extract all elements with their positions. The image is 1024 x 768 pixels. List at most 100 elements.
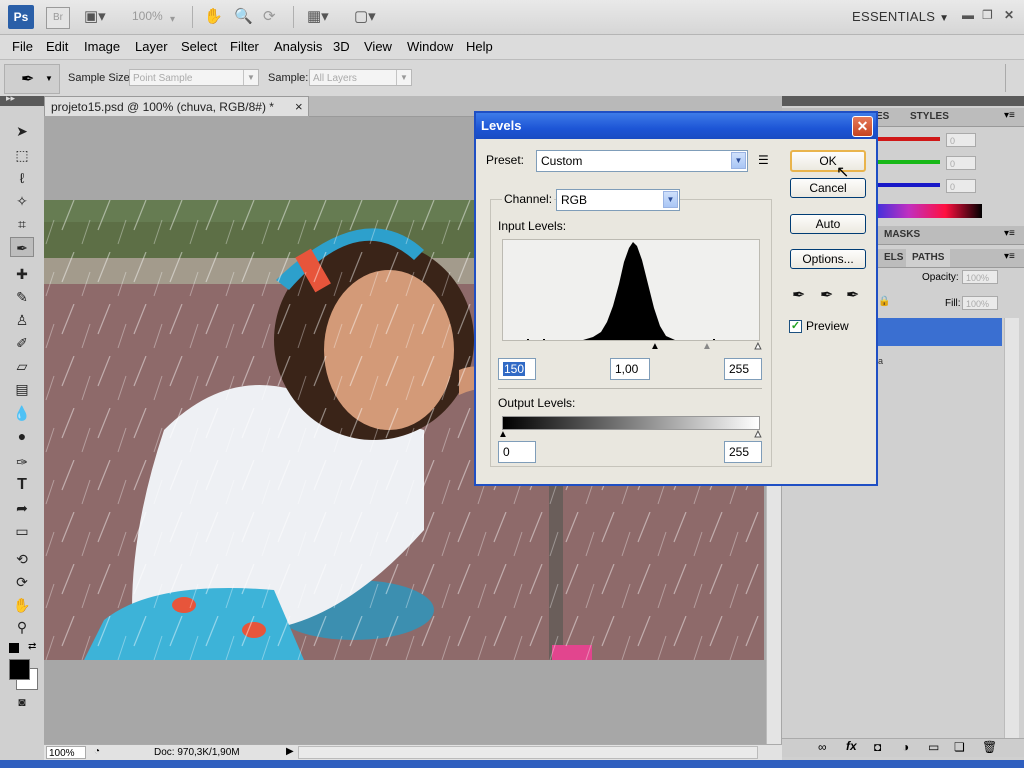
crop-tool-icon[interactable]: ⌗ (10, 214, 34, 234)
menu-window[interactable]: Window (407, 39, 453, 54)
zoom-field[interactable]: 100% (46, 746, 86, 759)
eyedropper-tool-icon[interactable]: ✒ (10, 237, 34, 257)
input-gamma-slider[interactable]: ▲ (702, 341, 712, 352)
dock-header[interactable] (782, 96, 1024, 106)
close-app-button[interactable]: ✕ (1004, 8, 1014, 22)
channel-select[interactable]: RGB ▼ (556, 189, 680, 211)
3d-rotate-icon[interactable]: ⟲ (10, 549, 34, 569)
menu-image[interactable]: Image (84, 39, 120, 54)
adjustment-layer-icon[interactable]: ◑ (902, 740, 909, 754)
color-ramp[interactable] (872, 204, 982, 218)
quick-select-icon[interactable]: ✧ (10, 191, 34, 211)
add-mask-icon[interactable]: ◘ (874, 740, 881, 754)
history-brush-icon[interactable]: ✐ (10, 333, 34, 353)
status-icon[interactable]: ◔ (94, 746, 100, 757)
green-value[interactable]: 0 (946, 156, 976, 170)
panel-menu-icon[interactable]: ▾≡ (1004, 228, 1015, 239)
output-white-slider[interactable]: ▲ (753, 429, 764, 441)
tab-channels[interactable]: ELS (878, 249, 909, 267)
workspace-switcher[interactable]: ESSENTIALS ▼ (852, 9, 949, 24)
output-black-slider[interactable]: ▲ (498, 429, 508, 440)
zoom-dropdown-icon[interactable]: ▾ (170, 10, 175, 30)
menu-filter[interactable]: Filter (230, 39, 259, 54)
dodge-icon[interactable]: ● (10, 426, 34, 446)
green-slider[interactable] (872, 160, 940, 164)
brush-tool-icon[interactable]: ✎ (10, 287, 34, 307)
red-slider[interactable] (872, 137, 940, 141)
screen-mode-icon[interactable]: ▢▾ (354, 7, 376, 27)
blue-value[interactable]: 0 (946, 179, 976, 193)
lasso-tool-icon[interactable]: ℓ (10, 168, 34, 188)
tab-paths[interactable]: PATHS (906, 249, 951, 267)
menu-analysis[interactable]: Analysis (274, 39, 322, 54)
input-white-slider[interactable]: ▲ (753, 341, 764, 353)
film-strip-icon[interactable]: ▣▾ (84, 7, 106, 27)
foreground-color-swatch[interactable] (9, 659, 30, 680)
rotate-view-icon[interactable]: ⟳ (263, 7, 276, 27)
menu-layer[interactable]: Layer (135, 39, 168, 54)
layer-style-icon[interactable]: fx (846, 739, 857, 753)
cancel-button[interactable]: Cancel (790, 178, 866, 198)
arrange-documents-icon[interactable]: ▦▾ (307, 7, 329, 27)
sample-select[interactable]: All Layers ▼ (309, 69, 412, 86)
move-tool-icon[interactable]: ➤ (10, 121, 34, 141)
sample-size-select[interactable]: Point Sample ▼ (129, 69, 259, 86)
status-menu-arrow-icon[interactable]: ▶ (286, 746, 294, 757)
gradient-icon[interactable]: ▤ (10, 379, 34, 399)
panel-menu-icon[interactable]: ▾≡ (1004, 251, 1015, 262)
menu-3d[interactable]: 3D (333, 39, 350, 54)
menu-edit[interactable]: Edit (46, 39, 68, 54)
output-white-field[interactable]: 255 (724, 441, 762, 463)
tool-preset-picker[interactable]: ✒ ▼ (4, 64, 60, 94)
marquee-tool-icon[interactable]: ⬚ (10, 145, 34, 165)
type-tool-icon[interactable]: T (10, 475, 34, 495)
horizontal-scrollbar[interactable] (298, 746, 758, 759)
input-black-field[interactable]: 150 (498, 358, 536, 380)
blur-icon[interactable]: 💧 (10, 403, 34, 423)
hand-icon[interactable]: ✋ (204, 7, 223, 27)
bridge-button[interactable]: Br (46, 7, 70, 29)
lock-icon[interactable]: 🔒 (878, 296, 890, 307)
layers-scrollbar[interactable] (1004, 318, 1019, 738)
tab-styles[interactable]: STYLES (904, 108, 955, 126)
dialog-close-button[interactable]: ✕ (852, 116, 873, 137)
ok-button[interactable]: OK (790, 150, 866, 172)
swap-colors-icon[interactable]: ⇄ (28, 641, 36, 652)
gray-point-eyedropper-icon[interactable]: ✒ (820, 285, 833, 305)
zoom-level-display[interactable]: 100% (132, 9, 163, 23)
opacity-field[interactable]: 100% (962, 270, 998, 284)
menu-select[interactable]: Select (181, 39, 217, 54)
input-white-field[interactable]: 255 (724, 358, 762, 380)
zoom-icon[interactable]: 🔍 (234, 7, 253, 27)
panel-menu-icon[interactable]: ▾≡ (1004, 110, 1015, 121)
output-black-field[interactable]: 0 (498, 441, 536, 463)
fill-field[interactable]: 100% (962, 296, 998, 310)
pen-tool-icon[interactable]: ✑ (10, 452, 34, 472)
delete-layer-icon[interactable]: 🗑 (982, 740, 997, 754)
default-colors-icon[interactable] (9, 643, 19, 653)
tab-masks[interactable]: MASKS (878, 226, 926, 244)
zoom-tool-icon[interactable]: ⚲ (10, 617, 34, 637)
auto-button[interactable]: Auto (790, 214, 866, 234)
preset-select[interactable]: Custom ▼ (536, 150, 748, 172)
close-tab-icon[interactable]: × (295, 97, 303, 117)
menu-file[interactable]: File (12, 39, 33, 54)
red-value[interactable]: 0 (946, 133, 976, 147)
menu-help[interactable]: Help (466, 39, 493, 54)
healing-brush-icon[interactable]: ✚ (10, 264, 34, 284)
minimize-button[interactable]: ▬ (962, 8, 974, 22)
restore-button[interactable]: ❐ (982, 8, 993, 22)
options-button[interactable]: Options... (790, 249, 866, 269)
3d-orbit-icon[interactable]: ⟳ (10, 572, 34, 592)
quick-mask-icon[interactable]: ◙ (10, 692, 34, 712)
hand-tool-icon[interactable]: ✋ (10, 595, 34, 615)
clone-stamp-icon[interactable]: ♙ (10, 310, 34, 330)
blue-slider[interactable] (872, 183, 940, 187)
input-gamma-field[interactable]: 1,00 (610, 358, 650, 380)
new-group-icon[interactable]: ▭ (928, 740, 939, 754)
eraser-icon[interactable]: ▱ (10, 356, 34, 376)
shape-tool-icon[interactable]: ▭ (10, 521, 34, 541)
preset-options-icon[interactable]: ☰ (758, 153, 769, 167)
white-point-eyedropper-icon[interactable]: ✒ (846, 285, 859, 305)
link-layers-icon[interactable]: ∞ (818, 740, 827, 754)
